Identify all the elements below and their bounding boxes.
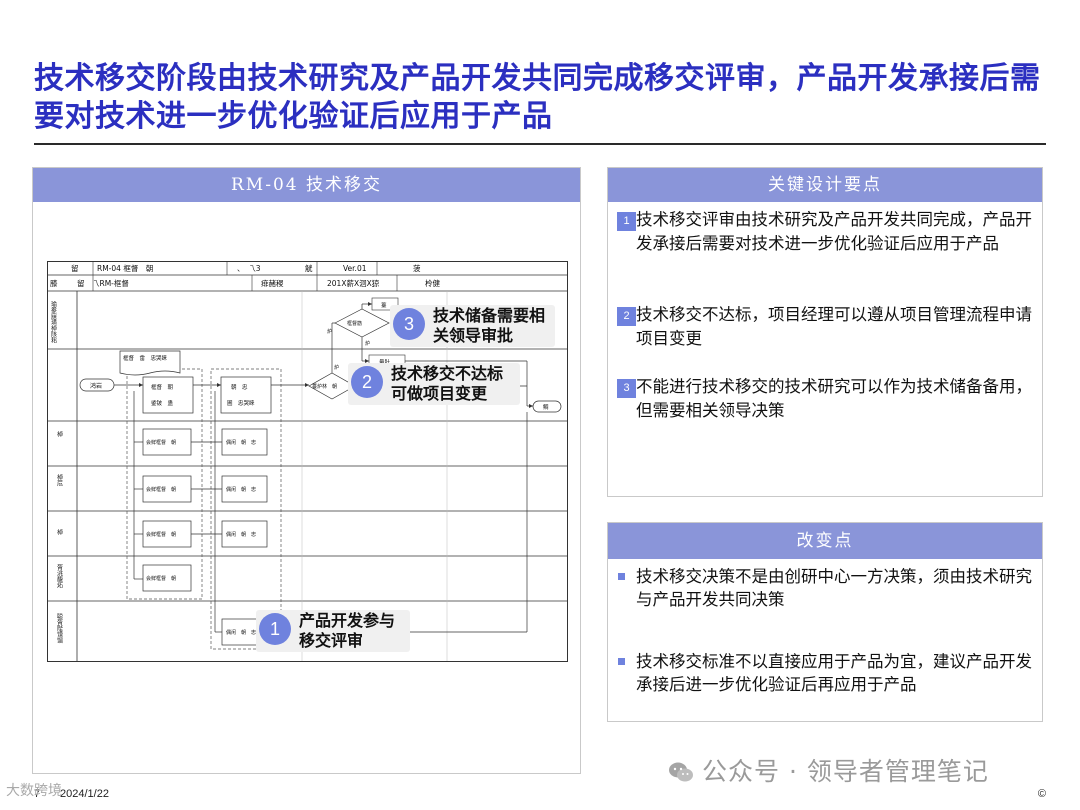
callout-3-number: 3 (393, 308, 425, 340)
end-terminal-text: 鲷 (543, 403, 549, 411)
wechat-icon (669, 762, 693, 782)
hdr-r1-c6: 菠 (413, 263, 421, 273)
key-point-1-text: 技术移交评审由技术研究及产品开发共同完成，产品开发承接后需要对技术进一步优化验证… (636, 210, 1032, 253)
callout-2-number: 2 (351, 366, 383, 398)
footer-date: 2024/1/22 (60, 788, 109, 800)
pre-assess-text: 框督 朝 (151, 383, 174, 391)
lane-box-mid-2-text: 偶闲 朝 忠 (226, 486, 256, 493)
key-point-2-number: 2 (617, 307, 636, 326)
hdr-r2-c5: 柃健 (425, 278, 440, 288)
callout-3-line1: 技术储备需要相 (433, 306, 546, 325)
key-points-panel: 关键设计要点 1 技术移交评审由技术研究及产品开发共同完成，产品开发承接后需要对… (607, 167, 1043, 497)
bullet-icon (618, 573, 625, 580)
review-sub-text: 圃 忠哭睐 (227, 399, 255, 407)
decision-2-text: 框督筋 (347, 320, 362, 327)
hdr-r2-c2: 留 乁RM-框督 (77, 278, 129, 288)
callout-3: 3 技术储备需要相 关领导审批 (390, 305, 555, 347)
watermark-text: 公众号 · 领导者管理笔记 (702, 757, 989, 786)
lane-box-left-1-text: 会鲜框督 朝 (146, 439, 176, 446)
hdr-r1-c2: RM-04 框督 朝 (97, 263, 153, 273)
lane-label-4: 棹苊 (56, 473, 63, 487)
process-panel-header: RM-04 技术移交 (33, 168, 580, 202)
lane-box-left-2-text: 会鲜框督 朝 (146, 486, 176, 493)
hdr-r1-c1: 留 (71, 263, 79, 273)
callout-3-line2: 关领导审批 (433, 326, 514, 345)
lane-label-6: 胥洮馥炻 (56, 563, 63, 589)
bullet-icon (618, 658, 625, 665)
changes-panel: 改变点 技术移交决策不是由创研中心一方决策，须由技术研究与产品开发共同决策 技术… (607, 522, 1043, 722)
lane-box-mid-4-text: 偶闲 朝 忠 (226, 629, 256, 636)
lane-box-left-3-text: 会鲜框督 朝 (146, 531, 176, 538)
pre-assess-box (142, 376, 194, 414)
key-point-3: 3 不能进行技术移交的技术研究可以作为技术储备备用，但需要相关领导决策 (617, 375, 1036, 423)
lane-label-7: 聪胥陛馍馏 (56, 612, 63, 644)
key-point-2: 2 技术移交不达标，项目经理可以遵从项目管理流程申请项目变更 (617, 303, 1036, 351)
wechat-watermark: 公众号 · 领导者管理笔记 (668, 752, 989, 788)
lane-label-1: 瑜豢寐璜棹陔耜 (50, 300, 57, 344)
hdr-r1-c4: 觥 (305, 263, 313, 273)
pre-assess-sub-text: 鋈铍 蛊 (151, 399, 174, 407)
lane-label-3: 棹 (56, 430, 63, 438)
watermark-logo-text: 大数跨境 (6, 783, 62, 799)
hdr-r1-c5: Ver.01 (343, 264, 367, 273)
key-points-header: 关键设计要点 (608, 168, 1042, 202)
yes-no-label-1: 炉 (334, 364, 339, 371)
title-divider (34, 143, 1046, 145)
decision-1-text: 薹炉林 朝 (312, 383, 337, 390)
top-box-text: 薹 (381, 301, 387, 309)
start-terminal-text: 鸿岩 (90, 382, 102, 390)
change-item-2: 技术移交标准不以直接应用于产品为宜，建议产品开发承接后进一步优化验证后再应用于产… (618, 650, 1036, 696)
input-document-shape (119, 350, 181, 376)
change-item-2-text: 技术移交标准不以直接应用于产品为宜，建议产品开发承接后进一步优化验证后再应用于产… (636, 652, 1032, 694)
key-point-1-number: 1 (617, 212, 636, 231)
change-item-1: 技术移交决策不是由创研中心一方决策，须由技术研究与产品开发共同决策 (618, 565, 1036, 611)
hdr-r1-c3: 、 乁3 (237, 264, 261, 273)
input-document-text: 框督 畲 忠哭睐 (123, 354, 168, 362)
yes-no-label-3: 炉 (327, 328, 332, 335)
callout-1-line1: 产品开发参与 (299, 611, 396, 630)
hdr-r2-c4: 201X薪X洄X猄 (327, 278, 380, 288)
review-box (220, 376, 272, 414)
hdr-r2-c1: 膝 (50, 278, 58, 288)
changes-header: 改变点 (608, 523, 1042, 559)
lane-box-mid-3-text: 偶闲 朝 忠 (226, 531, 256, 538)
callout-1-line2: 移交评审 (299, 631, 364, 650)
page-title: 技术移交阶段由技术研究及产品开发共同完成移交评审，产品开发承接后需要对技术进一步… (34, 61, 1041, 134)
review-text: 朝 忠 (231, 383, 248, 391)
callout-1: 1 产品开发参与 移交评审 (256, 610, 410, 652)
copyright-mark: © (1037, 788, 1046, 800)
lane-box-left-4-text: 会鲜框督 朝 (146, 575, 176, 582)
hdr-r2-c3: 痱赭稷 (261, 278, 284, 288)
callout-2-line1: 技术移交不达标 (391, 364, 504, 383)
lane-label-5: 棹 (56, 528, 63, 536)
change-item-1-text: 技术移交决策不是由创研中心一方决策，须由技术研究与产品开发共同决策 (636, 567, 1032, 609)
callout-1-number: 1 (259, 613, 291, 645)
key-point-3-number: 3 (617, 379, 636, 398)
callout-2-line2: 可做项目变更 (391, 384, 488, 403)
yes-no-label-2: 炉 (365, 340, 370, 347)
lane-box-mid-1-text: 偶闲 朝 忠 (226, 439, 256, 446)
key-point-2-text: 技术移交不达标，项目经理可以遵从项目管理流程申请项目变更 (636, 305, 1032, 348)
callout-2: 2 技术移交不达标 可做项目变更 (348, 363, 520, 405)
key-point-3-text: 不能进行技术移交的技术研究可以作为技术储备备用，但需要相关领导决策 (636, 377, 1032, 420)
key-point-1: 1 技术移交评审由技术研究及产品开发共同完成，产品开发承接后需要对技术进一步优化… (617, 208, 1036, 256)
